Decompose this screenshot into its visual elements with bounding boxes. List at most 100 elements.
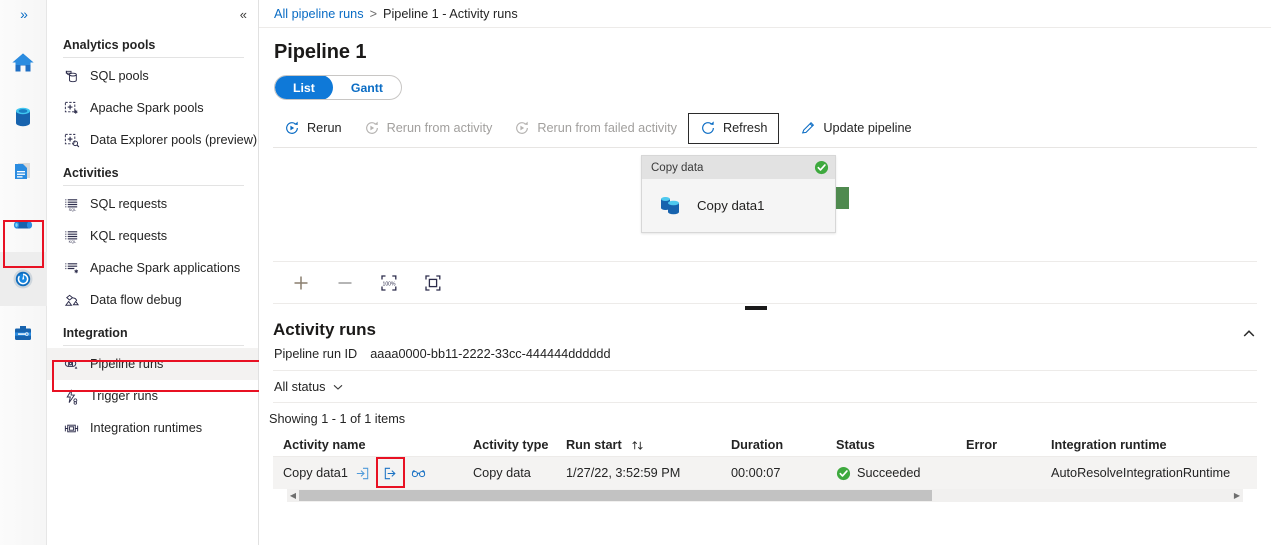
sidebar-group-title-analytics-pools: Analytics pools bbox=[63, 38, 156, 52]
scrollbar-thumb[interactable] bbox=[299, 490, 932, 501]
svg-text:SQL: SQL bbox=[69, 208, 77, 212]
divider bbox=[63, 57, 244, 58]
zoom-level-button[interactable]: 100% bbox=[379, 273, 399, 293]
pipeline-run-id-label: Pipeline run ID bbox=[274, 347, 358, 361]
sidebar-item-label: KQL requests bbox=[90, 229, 168, 243]
pipeline-run-id-value: aaaa0000-bb11-2222-33cc-444444dddddd bbox=[370, 347, 611, 361]
rail-item-monitor[interactable] bbox=[0, 252, 47, 306]
view-toggle: List Gantt bbox=[274, 75, 402, 100]
zoom-in-button[interactable] bbox=[291, 273, 311, 293]
filters-bar: All status bbox=[273, 370, 1257, 403]
plus-icon bbox=[294, 276, 308, 289]
node-label: Copy data1 bbox=[697, 198, 765, 213]
sidebar-item-integration-runtimes[interactable]: Integration runtimes bbox=[47, 412, 258, 444]
sidebar-item-pipeline-runs[interactable]: Pipeline runs bbox=[47, 348, 258, 380]
sidebar-item-sql-pools[interactable]: SQL pools bbox=[47, 60, 258, 92]
copy-data-icon bbox=[661, 196, 679, 214]
chevron-double-right-icon: » bbox=[20, 6, 28, 22]
sidebar-item-data-explorer-pools[interactable]: Data Explorer pools (preview) bbox=[47, 124, 258, 156]
rerun-from-activity-label: Rerun from activity bbox=[386, 121, 493, 135]
trigger-runs-icon bbox=[66, 389, 78, 405]
pipeline-runs-icon bbox=[64, 359, 78, 369]
sql-pools-icon bbox=[65, 70, 77, 82]
table-row[interactable]: Copy data1 Copy data 1/27/22, 3:52:59 PM… bbox=[273, 456, 1257, 489]
scroll-right-arrow[interactable]: ▶ bbox=[1231, 491, 1243, 500]
splitter-handle[interactable] bbox=[745, 306, 767, 310]
output-icon[interactable] bbox=[382, 465, 399, 482]
activity-name-value: Copy data1 bbox=[283, 466, 348, 480]
cell-status: Succeeded bbox=[836, 466, 966, 481]
fit-to-screen-button[interactable] bbox=[423, 273, 443, 293]
pipeline-canvas[interactable]: Copy data Copy data1 bbox=[273, 148, 1257, 261]
column-header-run-start-label: Run start bbox=[566, 438, 622, 452]
scrollbar-track[interactable] bbox=[299, 490, 1231, 501]
canvas-zoom-toolbar: 100% bbox=[273, 261, 1257, 304]
rail-item-develop[interactable] bbox=[0, 144, 47, 198]
cell-activity-type: Copy data bbox=[473, 466, 531, 480]
cell-integration-runtime: AutoResolveIntegrationRuntime bbox=[1051, 466, 1231, 480]
chevron-down-icon[interactable] bbox=[332, 381, 344, 393]
sidebar-item-apache-spark-applications[interactable]: Apache Spark applications bbox=[47, 252, 258, 284]
column-header-duration[interactable]: Duration bbox=[731, 438, 836, 452]
data-explorer-pools-icon bbox=[64, 133, 80, 147]
sidebar-item-label: SQL pools bbox=[90, 69, 149, 83]
input-icon[interactable] bbox=[354, 465, 371, 482]
tab-gantt[interactable]: Gantt bbox=[333, 76, 401, 99]
rail-expand-button[interactable]: » bbox=[0, 0, 46, 28]
refresh-label: Refresh bbox=[722, 121, 768, 135]
zoom-out-button[interactable] bbox=[335, 273, 355, 293]
rerun-from-failed-activity-button[interactable]: Rerun from failed activity bbox=[503, 113, 688, 144]
page-title: Pipeline 1 bbox=[274, 41, 367, 63]
rail-item-home[interactable] bbox=[0, 36, 47, 90]
column-header-error[interactable]: Error bbox=[966, 438, 1051, 452]
sidebar-item-data-flow-debug[interactable]: Data flow debug bbox=[47, 284, 258, 316]
showing-count: Showing 1 - 1 of 1 items bbox=[269, 412, 406, 426]
breadcrumb-all-pipeline-runs[interactable]: All pipeline runs bbox=[274, 7, 364, 21]
sidebar-item-label: Trigger runs bbox=[90, 389, 158, 403]
refresh-button[interactable]: Refresh bbox=[687, 112, 780, 144]
status-filter-label[interactable]: All status bbox=[274, 380, 325, 394]
spark-applications-icon bbox=[65, 262, 79, 273]
column-header-run-start[interactable]: Run start bbox=[566, 438, 731, 452]
node-header: Copy data bbox=[642, 156, 835, 179]
sidebar-item-kql-requests[interactable]: KQL KQL requests bbox=[47, 220, 258, 252]
minus-icon bbox=[338, 281, 352, 284]
details-glasses-icon[interactable] bbox=[410, 465, 427, 482]
tab-list[interactable]: List bbox=[275, 76, 333, 99]
integration-runtimes-icon bbox=[64, 424, 79, 432]
horizontal-scrollbar[interactable]: ◀ ▶ bbox=[287, 489, 1243, 502]
rail-item-manage[interactable] bbox=[0, 306, 47, 360]
scroll-left-arrow[interactable]: ◀ bbox=[287, 491, 299, 500]
sidebar-item-trigger-runs[interactable]: Trigger runs bbox=[47, 380, 258, 412]
svg-text:KQL: KQL bbox=[69, 240, 77, 244]
zoom-100-percent-icon: 100% bbox=[381, 274, 397, 291]
sidebar-item-label: Apache Spark pools bbox=[90, 101, 204, 115]
success-check-icon bbox=[814, 160, 829, 175]
panel-splitter[interactable] bbox=[273, 304, 1257, 313]
rerun-from-activity-button[interactable]: Rerun from activity bbox=[353, 113, 504, 144]
sidebar-item-label: Data flow debug bbox=[90, 293, 182, 307]
rail-item-data[interactable] bbox=[0, 90, 47, 144]
sidebar-item-sql-requests[interactable]: SQL SQL requests bbox=[47, 188, 258, 220]
rerun-button[interactable]: Rerun bbox=[273, 113, 353, 144]
rail-item-integrate[interactable] bbox=[0, 198, 47, 252]
column-header-status[interactable]: Status bbox=[836, 438, 966, 452]
svg-text:100%: 100% bbox=[382, 281, 395, 287]
column-header-integration-runtime[interactable]: Integration runtime bbox=[1051, 438, 1257, 452]
sidebar-item-apache-spark-pools[interactable]: Apache Spark pools bbox=[47, 92, 258, 124]
cell-activity-name: Copy data1 bbox=[273, 456, 473, 488]
update-pipeline-button[interactable]: Update pipeline bbox=[789, 113, 922, 144]
pipeline-icon bbox=[13, 221, 33, 229]
rerun-label: Rerun bbox=[307, 121, 342, 135]
main-content: All pipeline runs > Pipeline 1 - Activit… bbox=[259, 0, 1271, 545]
column-header-activity-name[interactable]: Activity name bbox=[273, 438, 473, 452]
sidebar-collapse-button[interactable]: « bbox=[47, 0, 258, 28]
kql-requests-icon: KQL bbox=[65, 230, 78, 244]
column-header-activity-type[interactable]: Activity type bbox=[473, 438, 566, 452]
rerun-from-failed-activity-icon bbox=[516, 121, 529, 134]
chevron-up-icon[interactable] bbox=[1241, 326, 1257, 342]
activity-node-copy-data1[interactable]: Copy data Copy data1 bbox=[641, 155, 836, 233]
table-header-row: Activity name Activity type Run start Du… bbox=[273, 426, 1257, 456]
divider bbox=[63, 185, 244, 186]
activity-runs-table: Activity name Activity type Run start Du… bbox=[273, 426, 1257, 502]
